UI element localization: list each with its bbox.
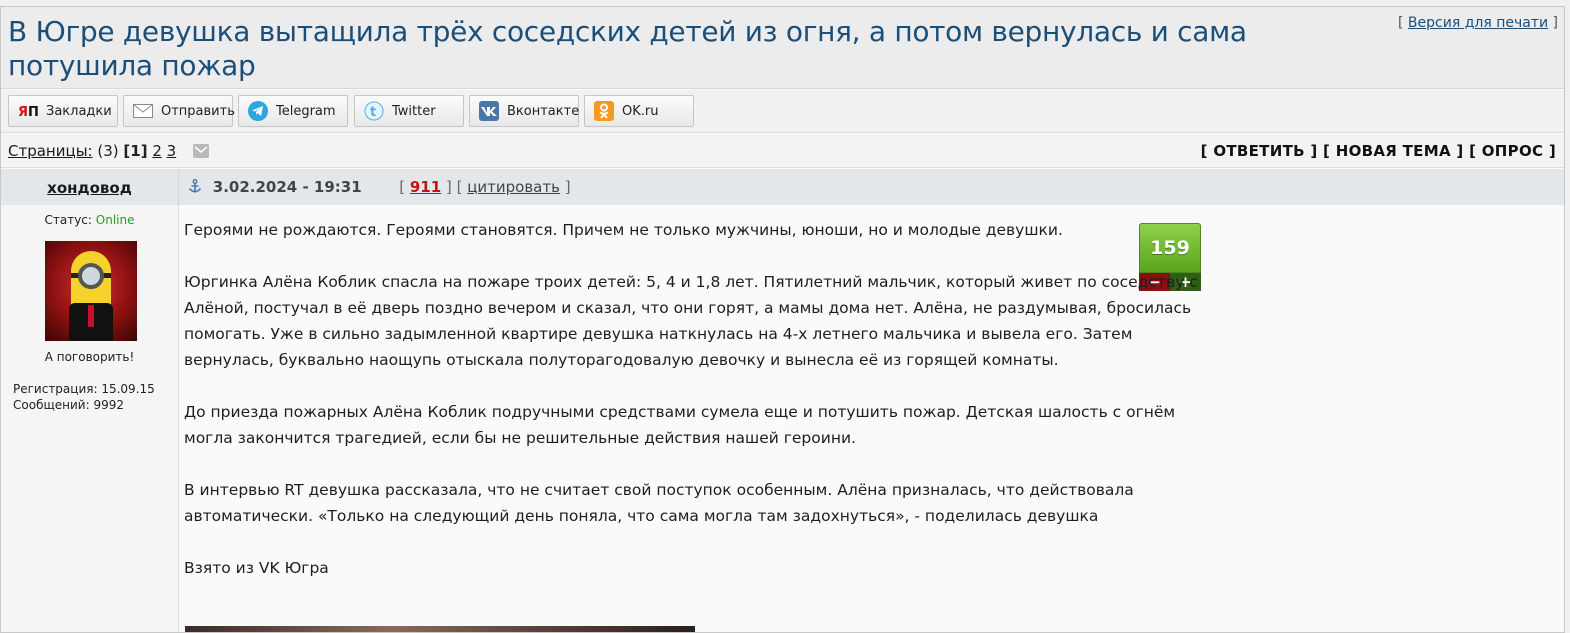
post-paragraph: Героями не рождаются. Героями становятся… bbox=[184, 221, 1063, 239]
share-label: Twitter bbox=[392, 103, 436, 119]
envelope-icon[interactable] bbox=[193, 144, 209, 158]
topic-actions: [ ОТВЕТИТЬ ] [ НОВАЯ ТЕМА ] [ ОПРОС ] bbox=[1201, 142, 1556, 160]
status-online: Online bbox=[95, 213, 135, 227]
svg-text:П: П bbox=[28, 105, 38, 119]
page-3-link[interactable]: 3 bbox=[167, 142, 177, 160]
svg-text:t: t bbox=[370, 105, 376, 120]
reply-button[interactable]: [ ОТВЕТИТЬ ] bbox=[1201, 142, 1318, 160]
twitter-icon: t bbox=[364, 101, 384, 121]
mail-icon bbox=[133, 101, 153, 121]
share-label: Telegram bbox=[276, 103, 336, 119]
page-2-link[interactable]: 2 bbox=[152, 142, 162, 160]
print-version-link[interactable]: Версия для печати bbox=[1408, 15, 1548, 31]
post-number-link[interactable]: 911 bbox=[410, 178, 441, 196]
pages-label-link[interactable]: Страницы: bbox=[8, 142, 93, 160]
share-label: Отправить bbox=[161, 103, 235, 119]
post-header: хондовод 3.02.2024 - 19:31 [ 911 ] [ цит… bbox=[1, 169, 1564, 205]
post-paragraph: Взято из VK Югра bbox=[184, 559, 329, 577]
yandex-bookmarks-icon: ЯП bbox=[18, 101, 38, 121]
share-twitter-button[interactable]: t Twitter bbox=[354, 95, 464, 127]
share-label: OK.ru bbox=[622, 103, 659, 119]
forum-page: В Югре девушка вытащила трёх соседских д… bbox=[0, 6, 1565, 633]
share-telegram-button[interactable]: Telegram bbox=[238, 95, 348, 127]
new-topic-button[interactable]: [ НОВАЯ ТЕМА ] bbox=[1323, 142, 1464, 160]
print-bracket-open: [ bbox=[1398, 15, 1404, 31]
share-ok-button[interactable]: OK.ru bbox=[584, 95, 694, 127]
post-paragraph: Юргинка Алёна Коблик спасла на пожаре тр… bbox=[184, 273, 1198, 369]
author-name-link[interactable]: хондовод bbox=[47, 179, 132, 197]
author-sidebar: Статус: Online А поговорить! Регистрация… bbox=[1, 205, 179, 632]
author-stats: Регистрация: 15.09.15 Сообщений: 9992 bbox=[13, 381, 155, 413]
avatar-caption: А поговорить! bbox=[44, 350, 135, 364]
share-bookmarks-button[interactable]: ЯП Закладки bbox=[8, 95, 118, 127]
status-label: Статус: bbox=[44, 213, 92, 227]
post-image[interactable] bbox=[185, 626, 695, 632]
print-version: [ Версия для печати ] bbox=[1398, 15, 1558, 31]
share-vk-button[interactable]: Вконтакте bbox=[469, 95, 579, 127]
post-paragraph: До приезда пожарных Алёна Коблик подручн… bbox=[184, 403, 1176, 447]
pagination: Страницы: (3) [1] 2 3 bbox=[8, 142, 209, 160]
post-meta: 3.02.2024 - 19:31 [ 911 ] [ цитировать ] bbox=[188, 178, 571, 196]
telegram-icon bbox=[248, 101, 268, 121]
share-email-button[interactable]: Отправить bbox=[123, 95, 235, 127]
print-bracket-close: ] bbox=[1552, 15, 1558, 31]
author-cell: хондовод bbox=[1, 169, 179, 205]
page-count: (3) bbox=[97, 142, 119, 160]
vk-icon bbox=[479, 101, 499, 121]
poll-button[interactable]: [ ОПРОС ] bbox=[1469, 142, 1556, 160]
registration-date: Регистрация: 15.09.15 bbox=[13, 382, 155, 396]
post-paragraph: В интервью RT девушка рассказала, что не… bbox=[184, 481, 1134, 525]
quote-link[interactable]: цитировать bbox=[467, 178, 560, 196]
anchor-icon[interactable] bbox=[188, 178, 207, 196]
pagination-bar: Страницы: (3) [1] 2 3 [ ОТВЕТИТЬ ] [ НОВ… bbox=[1, 134, 1564, 168]
svg-text:Я: Я bbox=[18, 105, 28, 119]
topic-title-bar: В Югре девушка вытащила трёх соседских д… bbox=[1, 7, 1564, 89]
topic-title: В Югре девушка вытащила трёх соседских д… bbox=[8, 15, 1247, 82]
share-label: Закладки bbox=[46, 103, 112, 119]
share-bar: ЯП Закладки Отправить Telegram t Twitter bbox=[1, 90, 1564, 133]
post-body: Героями не рождаются. Героями становятся… bbox=[184, 217, 1214, 607]
message-count: Сообщений: 9992 bbox=[13, 398, 124, 412]
avatar[interactable] bbox=[45, 241, 137, 341]
post-date: 3.02.2024 - 19:31 bbox=[212, 178, 362, 196]
ok-icon bbox=[594, 101, 614, 121]
share-label: Вконтакте bbox=[507, 103, 580, 119]
current-page: [1] bbox=[123, 142, 148, 160]
author-status: Статус: Online bbox=[1, 213, 178, 227]
